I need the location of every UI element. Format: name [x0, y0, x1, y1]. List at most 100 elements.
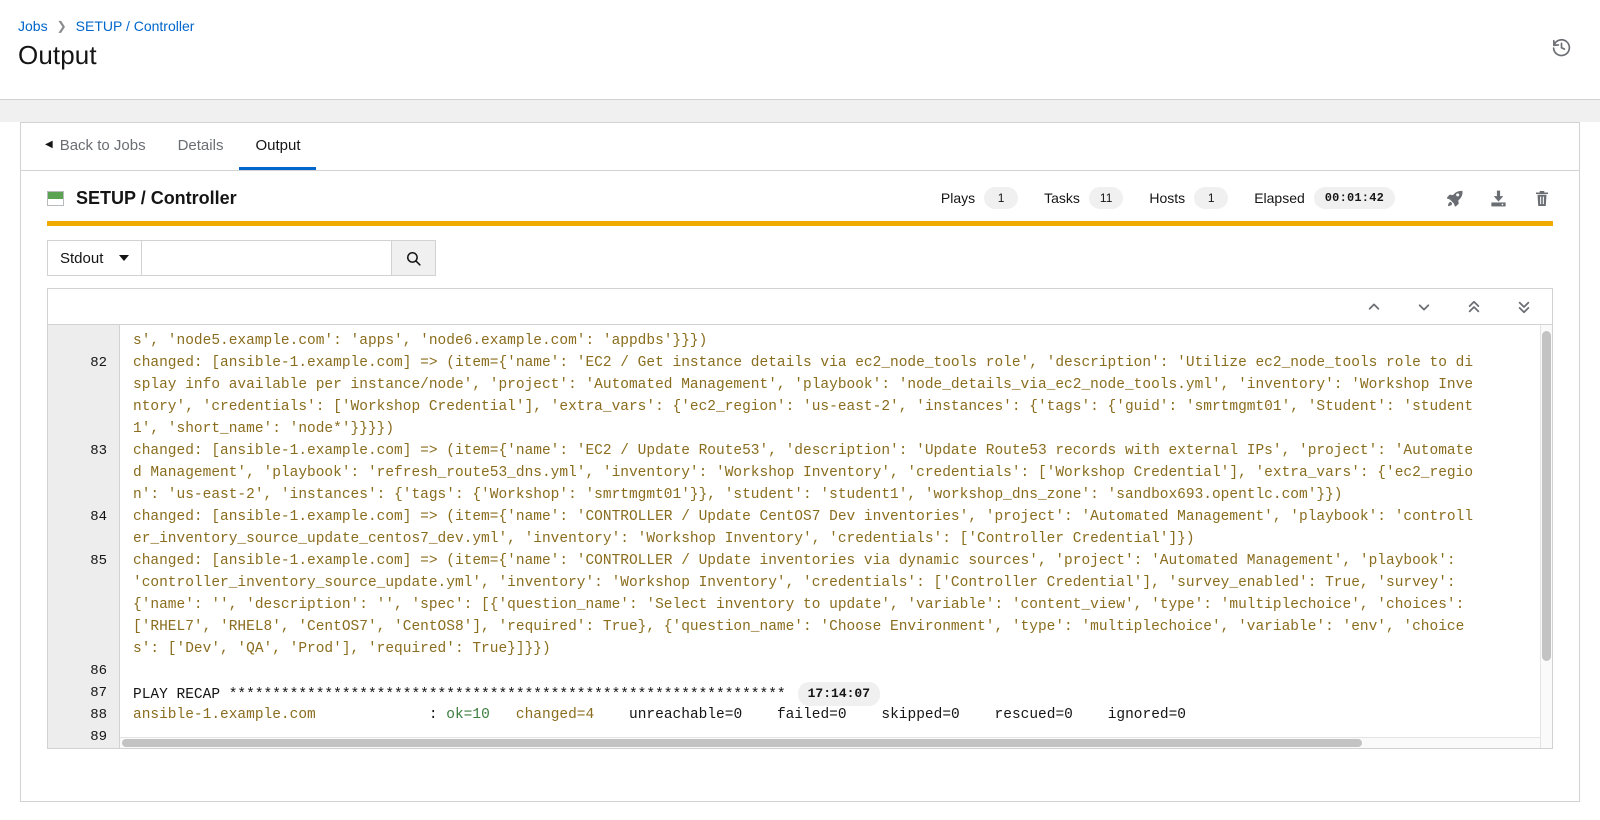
output-filter-select[interactable]: Stdout [47, 240, 143, 276]
log-line: s', 'node5.example.com': 'apps', 'node6.… [133, 333, 708, 349]
line-number: 89 [90, 729, 107, 745]
chevron-up-icon[interactable] [1364, 297, 1384, 317]
log-line: n': 'us-east-2', 'instances': {'tags': {… [133, 487, 1343, 503]
log-line: changed: [ansible-1.example.com] => (ite… [133, 509, 1474, 525]
log-horizontal-scroll-thumb[interactable] [122, 739, 1362, 747]
line-number [48, 330, 119, 352]
log-line: splay info available per instance/node',… [133, 377, 1474, 393]
stat-plays-label: Plays [940, 190, 976, 206]
line-number [48, 462, 119, 484]
line-number [48, 396, 119, 418]
breadcrumb-separator-icon: ❯ [56, 19, 67, 33]
log-line: ntory', 'credentials': ['Workshop Creden… [133, 399, 1474, 415]
stat-hosts-label: Hosts [1149, 190, 1186, 206]
recap-unreachable: unreachable=0 [629, 707, 743, 723]
job-status-icon [47, 190, 64, 206]
recap-gap-5 [960, 707, 995, 723]
tab-back-to-jobs[interactable]: ◀ Back to Jobs [39, 123, 162, 170]
recap-gap-4 [847, 707, 882, 723]
stat-tasks-value: 11 [1088, 187, 1124, 209]
page-header: Jobs ❯ SETUP / Controller Output [0, 0, 1600, 100]
stat-tasks-label: Tasks [1044, 190, 1080, 206]
job-title: SETUP / Controller [76, 187, 237, 208]
chevron-double-down-icon[interactable] [1514, 297, 1534, 317]
line-number [48, 528, 119, 550]
log-content: s', 'node5.example.com': 'apps', 'node6.… [120, 325, 1552, 748]
log-line: changed: [ansible-1.example.com] => (ite… [133, 443, 1474, 459]
line-number [48, 594, 119, 616]
output-nav-strip [47, 288, 1553, 324]
log-vertical-scroll-thumb[interactable] [1542, 331, 1551, 661]
page-title: Output [18, 40, 97, 70]
log-vertical-scrollbar[interactable] [1540, 325, 1552, 748]
log-line: {'name': '', 'description': '', 'spec': … [133, 597, 1465, 613]
line-number [48, 484, 119, 506]
log-horizontal-scrollbar[interactable] [120, 737, 1540, 748]
play-recap-label: PLAY RECAP *****************************… [133, 687, 786, 703]
stat-elapsed-label: Elapsed [1254, 190, 1305, 206]
recap-skipped: skipped=0 [881, 707, 960, 723]
line-number: 82 [90, 355, 107, 371]
job-identity: SETUP / Controller [47, 188, 237, 209]
search-button[interactable] [392, 240, 437, 276]
line-number [48, 374, 119, 396]
line-number: 84 [90, 509, 107, 525]
line-number [48, 418, 119, 440]
recap-ok: ok=10 [446, 707, 490, 723]
rocket-icon[interactable] [1443, 187, 1465, 209]
recap-separator: : [315, 707, 447, 723]
recap-gap-6 [1073, 707, 1108, 723]
output-filter-value: Stdout [60, 249, 104, 267]
tab-output-label: Output [255, 136, 301, 154]
line-number-gutter: 82 83 84 85 86 87 88 89 [48, 325, 120, 748]
chevron-double-up-icon[interactable] [1464, 297, 1484, 317]
history-icon[interactable] [1548, 34, 1574, 60]
tab-details[interactable]: Details [162, 123, 240, 170]
log-line: PLAY RECAP *****************************… [133, 682, 1552, 706]
line-number: 85 [90, 553, 107, 569]
stat-plays-value: 1 [984, 187, 1019, 209]
trash-icon[interactable] [1531, 187, 1553, 209]
log-line: er_inventory_source_update_centos7_dev.y… [133, 531, 1195, 547]
recap-gap-3 [742, 707, 777, 723]
stat-elapsed: Elapsed 00:01:42 [1254, 187, 1395, 209]
job-header-row: SETUP / Controller Plays 1 Tasks 11 Host… [21, 171, 1579, 221]
chevron-down-icon [119, 255, 130, 261]
log-line: s': ['Dev', 'QA', 'Prod'], 'required': T… [133, 641, 551, 657]
recap-ignored: ignored=0 [1107, 707, 1187, 723]
recap-gap-1 [490, 707, 516, 723]
stat-plays: Plays 1 [940, 187, 1019, 209]
log-line: changed: [ansible-1.example.com] => (ite… [133, 355, 1474, 371]
log-timestamp-badge: 17:14:07 [797, 682, 881, 706]
output-toolbar: Stdout [21, 226, 1579, 288]
line-number [48, 572, 119, 594]
tab-details-label: Details [177, 136, 224, 154]
log-line: 1', 'short_name': 'node*'}}}}) [133, 421, 395, 437]
log-line: d Management', 'playbook': 'refresh_rout… [133, 465, 1474, 481]
chevron-down-icon[interactable] [1414, 297, 1434, 317]
line-number: 86 [90, 663, 107, 679]
stat-tasks: Tasks 11 [1044, 187, 1124, 209]
log-line: ansible-1.example.com : ok=10 changed=4 … [133, 704, 1552, 726]
line-number: 87 [90, 685, 107, 701]
line-number [48, 638, 119, 660]
line-number [48, 616, 119, 638]
search-input[interactable] [142, 240, 393, 276]
recap-host: ansible-1.example.com [133, 707, 316, 723]
line-number: 88 [90, 707, 107, 723]
stdout-log[interactable]: 82 83 84 85 86 87 88 89 s', 'node5.example.com'… [47, 324, 1553, 749]
recap-failed: failed=0 [776, 707, 847, 723]
tab-output[interactable]: Output [239, 123, 317, 170]
job-stats: Plays 1 Tasks 11 Hosts 1 Elapsed 00:01:4… [941, 187, 1553, 209]
breadcrumb-item-job[interactable]: SETUP / Controller [76, 18, 195, 34]
download-icon[interactable] [1487, 187, 1509, 209]
stat-hosts: Hosts 1 [1149, 187, 1229, 209]
stat-elapsed-value: 00:01:42 [1313, 187, 1395, 209]
log-line: ['RHEL7', 'RHEL8', 'CentOS7', 'CentOS8']… [133, 619, 1465, 635]
breadcrumb: Jobs ❯ SETUP / Controller [18, 18, 1576, 34]
breadcrumb-item-jobs[interactable]: Jobs [18, 18, 48, 34]
log-line: 'controller_inventory_source_update.yml'… [133, 575, 1456, 591]
job-output-card: ◀ Back to Jobs Details Output SETUP / Co… [20, 122, 1580, 802]
tab-bar: ◀ Back to Jobs Details Output [21, 123, 1579, 171]
